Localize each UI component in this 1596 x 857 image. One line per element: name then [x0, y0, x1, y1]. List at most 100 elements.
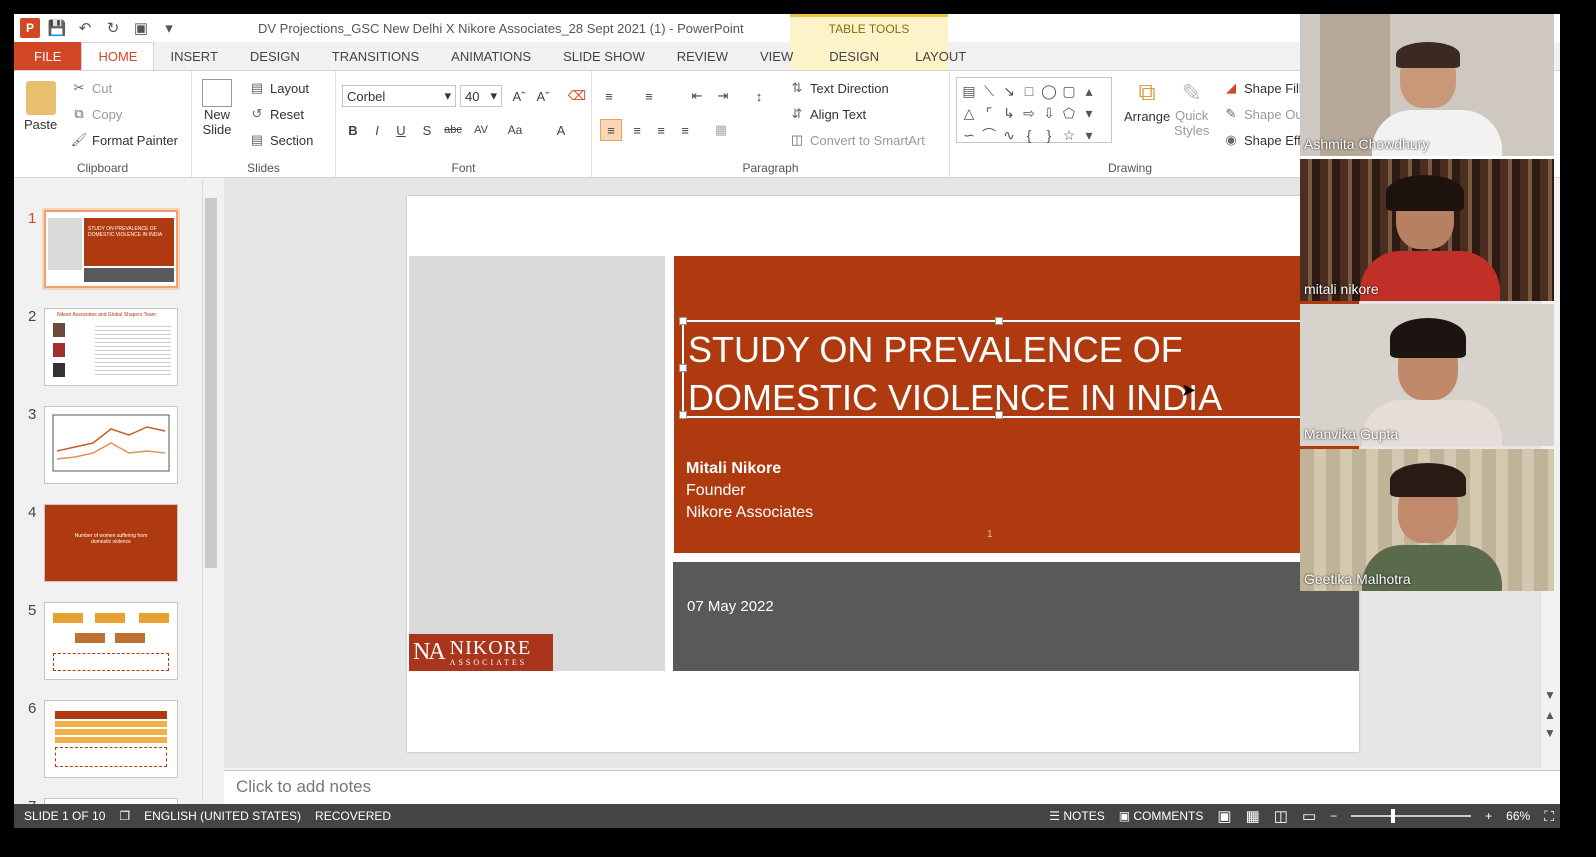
spell-check-icon[interactable]: ❐ — [119, 809, 130, 823]
tab-slide-show[interactable]: SLIDE SHOW — [547, 42, 661, 70]
align-right-icon[interactable]: ≡ — [650, 119, 672, 141]
paste-button[interactable]: Paste — [24, 81, 57, 132]
resize-handle[interactable] — [995, 317, 1003, 325]
font-color-icon[interactable]: A — [550, 119, 572, 141]
resize-handle[interactable] — [679, 411, 687, 419]
line-shape-icon[interactable]: ⟍ — [979, 80, 999, 102]
slide-thumbnail-6[interactable] — [44, 700, 178, 778]
zoom-level[interactable]: 66% — [1506, 809, 1530, 823]
thumbnail-scroll-thumb[interactable] — [205, 198, 217, 568]
rectangle-shape-icon[interactable]: □ — [1019, 80, 1039, 102]
character-spacing-icon[interactable]: AV — [470, 119, 492, 141]
columns-icon[interactable]: ▦ — [710, 119, 732, 141]
star-shape-icon[interactable]: ☆ — [1059, 124, 1079, 146]
slide-show-icon[interactable]: ▭ — [1302, 807, 1316, 825]
brace-left-shape-icon[interactable]: { — [1019, 124, 1039, 146]
fit-slide-icon[interactable]: ⛶ — [1544, 808, 1554, 825]
shape-fill-button[interactable]: ◢ Shape Fill — [1222, 79, 1302, 97]
tab-transitions[interactable]: TRANSITIONS — [316, 42, 435, 70]
align-text-button[interactable]: ⇵ Align Text — [788, 105, 867, 123]
tab-insert[interactable]: INSERT — [154, 42, 233, 70]
connector-shape-icon[interactable]: ⌜ — [979, 102, 999, 124]
redo-icon[interactable]: ↻ — [102, 17, 124, 39]
strikethrough-icon[interactable]: abc — [442, 119, 464, 141]
shapes-gallery[interactable]: ▤ ⟍ ↘ □ ◯ ▢ ▴ △ ⌜ ↳ ⇨ ⇩ ⬠ ▾ ∽ ⌒ ∿{} ☆ ▾ — [956, 77, 1112, 143]
gallery-down-icon[interactable]: ▾ — [1079, 102, 1099, 124]
align-center-icon[interactable]: ≡ — [626, 119, 648, 141]
curve-shape-icon[interactable]: ∽ — [959, 124, 979, 146]
slide-date[interactable]: 07 May 2022 — [687, 598, 774, 615]
tab-animations[interactable]: ANIMATIONS — [435, 42, 547, 70]
rounded-rect-shape-icon[interactable]: ▢ — [1059, 80, 1079, 102]
start-presentation-icon[interactable]: ▣ — [130, 17, 152, 39]
notes-pane[interactable]: Click to add notes — [224, 770, 1560, 804]
tab-table-layout[interactable]: LAYOUT — [899, 42, 982, 70]
brace-right-shape-icon[interactable]: } — [1039, 124, 1059, 146]
tab-design[interactable]: DESIGN — [234, 42, 316, 70]
previous-slide-icon[interactable]: ▲ — [1544, 708, 1556, 722]
slide-sorter-icon[interactable]: ▦ — [1246, 807, 1260, 825]
elbow-shape-icon[interactable]: ↳ — [999, 102, 1019, 124]
arrow-line-shape-icon[interactable]: ↘ — [999, 80, 1019, 102]
shrink-font-icon[interactable]: Aˇ — [532, 85, 554, 107]
undo-icon[interactable]: ↶ — [74, 17, 96, 39]
slide-thumbnail-4[interactable]: Number of women suffering from domestic … — [44, 504, 178, 582]
notes-button[interactable]: ☰ NOTES — [1049, 809, 1104, 823]
line-spacing-icon[interactable]: ↕ — [748, 85, 770, 107]
participant-video-1[interactable]: Ashmita Chowdhury — [1300, 14, 1554, 156]
tab-review[interactable]: REVIEW — [661, 42, 744, 70]
layout-button[interactable]: ▤ Layout — [248, 79, 309, 97]
comments-button[interactable]: ▣ COMMENTS — [1119, 809, 1204, 823]
decrease-indent-icon[interactable]: ⇤ — [686, 85, 708, 107]
zoom-slider[interactable] — [1351, 809, 1472, 823]
next-slide-icon[interactable]: ▼ — [1544, 726, 1556, 740]
bold-icon[interactable]: B — [342, 119, 364, 141]
reading-view-icon[interactable]: ◫ — [1274, 807, 1288, 825]
numbering-icon[interactable]: ≡ — [638, 85, 660, 107]
resize-handle[interactable] — [679, 317, 687, 325]
shape-effects-button[interactable]: ◉ Shape Effe — [1222, 131, 1308, 149]
cut-button[interactable]: ✂ Cut — [70, 79, 113, 97]
gallery-more-icon[interactable]: ▾ — [1079, 124, 1099, 146]
copy-button[interactable]: ⧉ Copy — [70, 105, 122, 123]
customize-toolbar-icon[interactable]: ▾ — [158, 17, 180, 39]
underline-icon[interactable]: U — [390, 119, 412, 141]
font-size-combo[interactable]: 40 ▾ — [460, 85, 502, 107]
participant-video-2[interactable]: mitali nikore — [1300, 159, 1554, 301]
shape-outline-button[interactable]: ✎ Shape Ou — [1222, 105, 1303, 123]
arc-shape-icon[interactable]: ⌒ — [979, 124, 999, 146]
slide-thumbnail-3[interactable] — [44, 406, 178, 484]
section-button[interactable]: ▤ Section — [248, 131, 314, 149]
zoom-out-icon[interactable]: − — [1330, 809, 1337, 823]
participant-video-3[interactable]: Manvika Gupta — [1300, 304, 1554, 446]
clear-formatting-icon[interactable]: ⌫ — [566, 85, 588, 107]
tab-view[interactable]: VIEW — [744, 42, 809, 70]
slide-title-textbox[interactable]: STUDY ON PREVALENCE OF DOMESTIC VIOLENCE… — [679, 317, 1342, 419]
slide[interactable]: NA NIKORE ASSOCIATES STUDY ON PREVALENCE… — [407, 196, 1359, 752]
textbox-shape-icon[interactable]: ▤ — [959, 80, 979, 102]
convert-smartart-button[interactable]: ◫ Convert to SmartArt — [788, 131, 925, 149]
resize-handle[interactable] — [995, 411, 1003, 419]
quick-styles-button[interactable]: ✎ Quick Styles — [1174, 79, 1209, 138]
language-indicator[interactable]: ENGLISH (UNITED STATES) — [144, 809, 301, 823]
new-slide-button[interactable]: New Slide — [202, 79, 232, 137]
text-direction-button[interactable]: ⇅ Text Direction — [788, 79, 889, 97]
slide-thumbnail-2[interactable]: Nikore Associates and Global Shapers Tea… — [44, 308, 178, 386]
change-case-icon[interactable]: Aa — [504, 119, 526, 141]
thumbnail-scrollbar[interactable] — [202, 180, 218, 802]
justify-icon[interactable]: ≡ — [674, 119, 696, 141]
increase-indent-icon[interactable]: ⇥ — [712, 85, 734, 107]
zoom-slider-thumb[interactable] — [1391, 809, 1396, 823]
participant-video-4[interactable]: Geetika Malhotra — [1300, 449, 1554, 591]
normal-view-icon[interactable]: ▣ — [1217, 807, 1231, 825]
down-arrow-shape-icon[interactable]: ⇩ — [1039, 102, 1059, 124]
pentagon-shape-icon[interactable]: ⬠ — [1059, 102, 1079, 124]
tab-table-design[interactable]: DESIGN — [809, 42, 899, 70]
author-block[interactable]: Mitali Nikore Founder Nikore Associates — [686, 458, 813, 524]
scroll-down-icon[interactable]: ▼ — [1544, 688, 1556, 702]
bullets-icon[interactable]: ≡ — [598, 85, 620, 107]
shadow-icon[interactable]: S — [416, 119, 438, 141]
gallery-up-icon[interactable]: ▴ — [1079, 80, 1099, 102]
tab-file[interactable]: FILE — [14, 42, 82, 70]
slide-thumbnail-5[interactable] — [44, 602, 178, 680]
